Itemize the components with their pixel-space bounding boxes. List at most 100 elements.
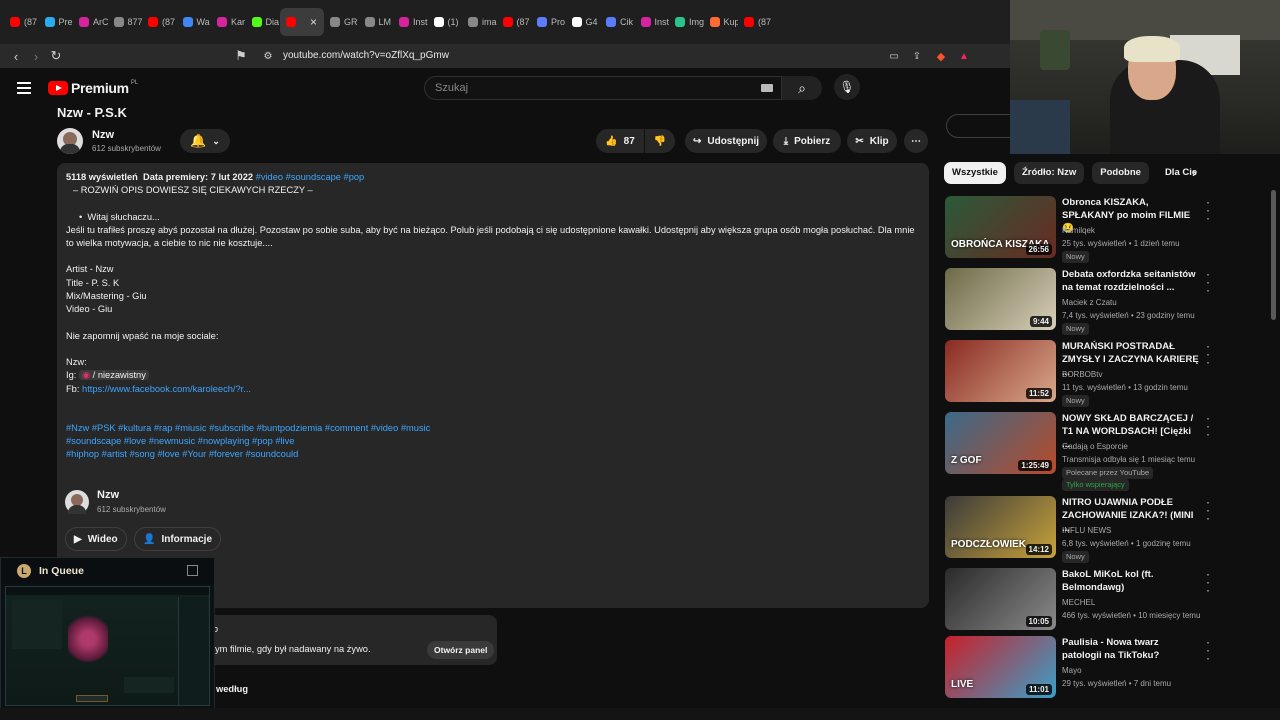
channel-about-button[interactable]: 👤 Informacje bbox=[134, 527, 222, 551]
more-vert-icon[interactable]: · · · bbox=[1206, 568, 1210, 596]
channel-card-name[interactable]: Nzw bbox=[97, 489, 119, 501]
expand-icon[interactable] bbox=[187, 565, 198, 576]
brave-rewards-icon[interactable]: ▲ bbox=[954, 51, 974, 62]
video-thumbnail[interactable]: LIVE 11:01 bbox=[945, 636, 1056, 698]
browser-tab[interactable]: Img bbox=[669, 8, 704, 36]
related-video-card[interactable]: 9:44 Debata oxfordzka seitanistów na tema… bbox=[944, 268, 1214, 335]
browser-tab[interactable]: Inst bbox=[635, 8, 669, 36]
instagram-link[interactable]: ◉ / niezawistny bbox=[78, 370, 149, 381]
youtube-premium-logo[interactable]: Premium PL bbox=[48, 80, 138, 96]
video-thumbnail[interactable]: 10:05 bbox=[945, 568, 1056, 630]
facebook-link[interactable]: https://www.facebook.com/karoleech/?r... bbox=[82, 384, 251, 394]
filter-chip[interactable]: Wszystkie bbox=[944, 162, 1006, 184]
filter-chip[interactable]: Podobne bbox=[1092, 162, 1149, 184]
browser-tab[interactable]: Wa bbox=[177, 8, 212, 36]
sort-label[interactable]: według bbox=[216, 684, 248, 694]
more-vert-icon[interactable]: · · · bbox=[1206, 340, 1210, 368]
scrollbar[interactable] bbox=[1271, 190, 1276, 320]
video-title[interactable]: Debata oxfordzka seitanistów na temat ro… bbox=[1062, 268, 1200, 294]
video-title[interactable]: Paulisia - Nowa twarz patologii na TikTo… bbox=[1062, 636, 1200, 662]
video-channel[interactable]: MECHEL bbox=[1062, 596, 1095, 609]
video-thumbnail[interactable]: PODCZŁOWIEK 14:12 bbox=[945, 496, 1056, 558]
cast-icon[interactable]: ▭ bbox=[884, 51, 904, 62]
dislike-button[interactable]: 👎 bbox=[645, 129, 675, 153]
notifications-button[interactable]: 🔔 ⌄ bbox=[180, 129, 230, 153]
related-video-card[interactable]: 10:05 BakoL MiKoL kol (ft. Belmondawg) MEC… bbox=[944, 568, 1214, 634]
browser-tab[interactable]: Dia bbox=[246, 8, 281, 36]
share-page-icon[interactable]: ⇪ bbox=[907, 51, 927, 62]
browser-tab[interactable]: Kup bbox=[704, 8, 738, 36]
menu-icon[interactable] bbox=[17, 82, 31, 94]
browser-tab[interactable]: ima bbox=[462, 8, 497, 36]
more-vert-icon[interactable]: · · · bbox=[1206, 412, 1210, 440]
share-button[interactable]: ↪ Udostępnij bbox=[685, 129, 767, 153]
voice-search-button[interactable]: 🎙 bbox=[834, 74, 860, 100]
keyboard-icon[interactable] bbox=[761, 84, 773, 92]
related-video-card[interactable]: LIVE 11:01 Paulisia - Nowa twarz patologii… bbox=[944, 636, 1214, 702]
browser-tab[interactable]: (1) bbox=[428, 8, 463, 36]
channel-avatar[interactable] bbox=[57, 128, 83, 154]
browser-tab[interactable]: (87 bbox=[142, 8, 177, 36]
video-channel[interactable]: Gadają o Esporcie bbox=[1062, 440, 1128, 453]
search-button[interactable]: ⌕ bbox=[782, 76, 822, 100]
more-vert-icon[interactable]: · · · bbox=[1206, 268, 1210, 296]
filter-chip[interactable]: Źródło: Nzw bbox=[1013, 162, 1085, 184]
browser-tab[interactable]: (87 bbox=[4, 8, 39, 36]
browser-tab[interactable]: Inst bbox=[393, 8, 428, 36]
video-channel[interactable]: BORBOBtv bbox=[1062, 368, 1102, 381]
video-channel[interactable]: Maciek z Czatu bbox=[1062, 296, 1117, 309]
related-video-card[interactable]: PODCZŁOWIEK 14:12 NITRO UJAWNIA PODŁE ZACH… bbox=[944, 496, 1214, 563]
close-tab-icon[interactable]: × bbox=[310, 15, 317, 29]
video-channel[interactable]: Mayo bbox=[1062, 664, 1082, 677]
site-info-icon[interactable]: ⚙ bbox=[258, 51, 278, 62]
browser-tab[interactable]: GR bbox=[324, 8, 359, 36]
reload-icon[interactable]: ↻ bbox=[46, 48, 66, 64]
more-vert-icon[interactable]: · · · bbox=[1206, 496, 1210, 524]
browser-tab[interactable]: (87 bbox=[497, 8, 532, 36]
download-button[interactable]: ⤓ Pobierz bbox=[773, 129, 841, 153]
video-thumbnail[interactable]: OBROŃCA KISZAKA 26:56 bbox=[945, 196, 1056, 258]
related-video-card[interactable]: 11:52 MURAŃSKI POSTRADAŁ ZMYSŁY I ZACZYNA… bbox=[944, 340, 1214, 407]
channel-name[interactable]: Nzw bbox=[92, 129, 114, 141]
more-vert-icon[interactable]: · · · bbox=[1206, 636, 1210, 664]
video-thumbnail[interactable]: Z GOF 1:25:49 bbox=[945, 412, 1056, 474]
hashtags-line[interactable]: #soundscape #love #newmusic #nowplaying … bbox=[66, 435, 920, 448]
video-thumbnail[interactable]: 9:44 bbox=[945, 268, 1056, 330]
browser-tab[interactable]: G4 bbox=[566, 8, 601, 36]
browser-tab[interactable]: 877 bbox=[108, 8, 142, 36]
brave-shield-icon[interactable]: ◆ bbox=[931, 50, 951, 63]
back-icon[interactable]: ‹ bbox=[6, 49, 26, 64]
bookmark-icon[interactable]: ⚑ bbox=[231, 48, 251, 64]
more-actions-button[interactable]: ⋯ bbox=[904, 129, 928, 153]
browser-tab[interactable]: ArC bbox=[73, 8, 108, 36]
hashtags-line[interactable]: #Nzw #PSK #kultura #rap #miusic #subscri… bbox=[66, 422, 920, 435]
browser-tab[interactable]: Cik bbox=[600, 8, 635, 36]
open-panel-button[interactable]: Otwórz panel bbox=[427, 641, 495, 659]
video-channel[interactable]: Kamilqek bbox=[1062, 224, 1095, 237]
related-video-card[interactable]: Z GOF 1:25:49 NOWY SKŁAD BARCZĄCEJ / T1 NA… bbox=[944, 412, 1214, 491]
hashtags-line[interactable]: #hiphop #artist #song #love #Your #forev… bbox=[66, 448, 920, 461]
channel-card-avatar[interactable] bbox=[65, 490, 89, 514]
tab-label: G4 bbox=[585, 17, 598, 27]
sidebar-top-pill[interactable] bbox=[946, 114, 1010, 138]
like-button[interactable]: 👍 87 bbox=[596, 129, 644, 153]
more-vert-icon[interactable]: · · · bbox=[1206, 196, 1210, 224]
related-video-card[interactable]: OBROŃCA KISZAKA 26:56 Obronca KISZAKA, SPŁ… bbox=[944, 196, 1214, 263]
channel-videos-button[interactable]: ▶ Wideo bbox=[65, 527, 127, 551]
queue-title: In Queue bbox=[39, 565, 84, 577]
search-input[interactable]: Szukaj bbox=[424, 76, 782, 100]
clip-button[interactable]: ✂ Klip bbox=[847, 129, 897, 153]
video-thumbnail[interactable]: 11:52 bbox=[945, 340, 1056, 402]
chevron-right-icon[interactable]: › bbox=[1192, 164, 1197, 180]
browser-tab[interactable]: (87 bbox=[738, 8, 773, 36]
browser-tab[interactable]: Kar bbox=[211, 8, 246, 36]
browser-tab[interactable]: Pro bbox=[531, 8, 566, 36]
browser-tab[interactable]: Pre bbox=[39, 8, 74, 36]
forward-icon[interactable]: › bbox=[26, 49, 46, 64]
video-title[interactable]: BakoL MiKoL kol (ft. Belmondawg) bbox=[1062, 568, 1200, 594]
browser-tab[interactable]: × bbox=[280, 8, 324, 36]
browser-tab[interactable]: LM bbox=[359, 8, 394, 36]
url-input[interactable]: youtube.com/watch?v=oZflXq_pGmw bbox=[283, 50, 449, 61]
description-stats-tags[interactable]: #video #soundscape #pop bbox=[256, 172, 365, 182]
video-channel[interactable]: INFLU NEWS bbox=[1062, 524, 1111, 537]
